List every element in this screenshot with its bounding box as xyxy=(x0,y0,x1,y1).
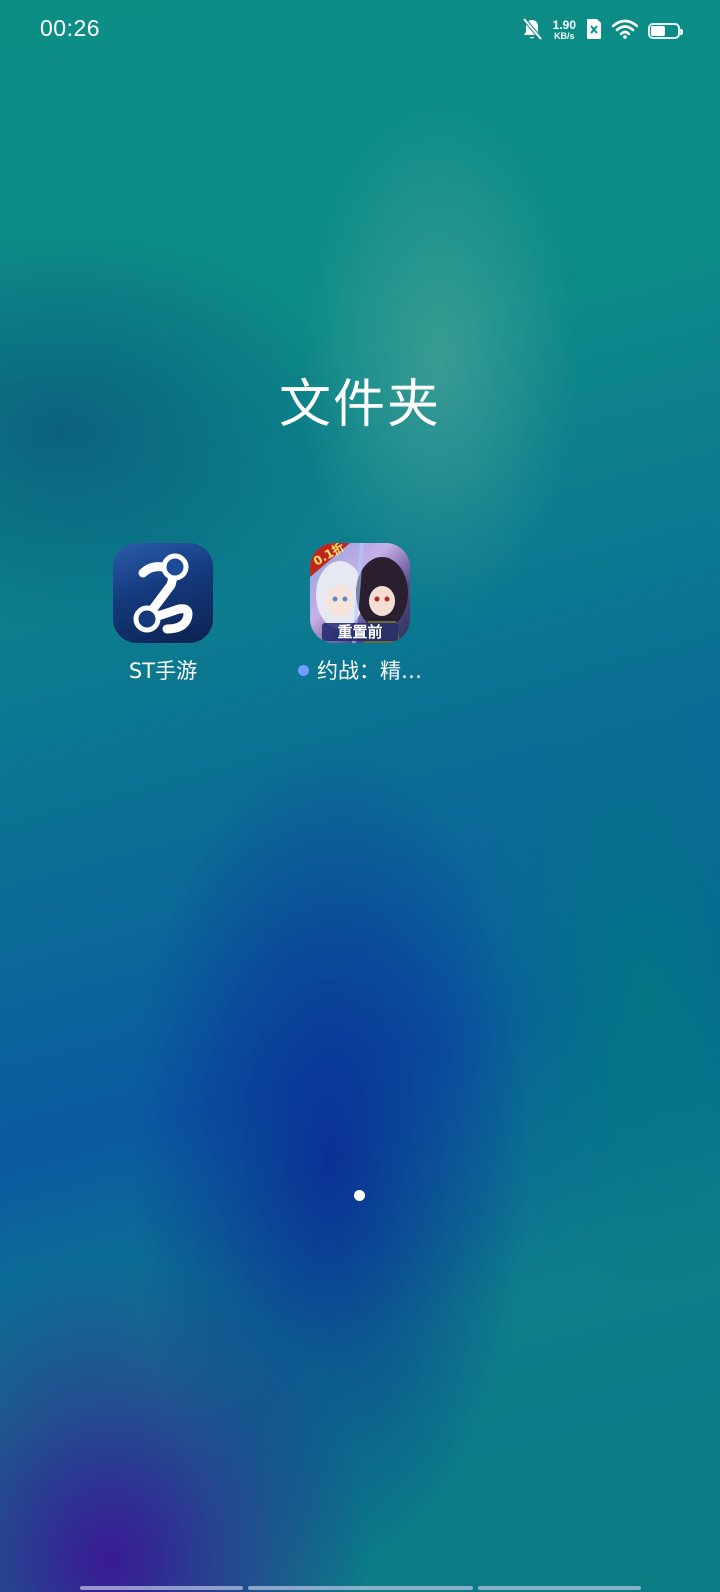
network-speed-unit: KB/s xyxy=(554,31,575,41)
status-bar: 00:26 1.90 KB/s xyxy=(0,0,720,60)
status-time: 00:26 xyxy=(40,15,101,41)
battery-fill xyxy=(651,26,665,36)
folder-title[interactable]: 文件夹 xyxy=(0,362,720,437)
app-label: 约战：精… xyxy=(290,655,430,685)
st-shouyou-app-icon[interactable] xyxy=(113,543,213,643)
wifi-icon xyxy=(611,19,639,43)
network-speed-value: 1.90 xyxy=(552,18,576,32)
gesture-bar-center[interactable] xyxy=(248,1586,473,1590)
app-st-shouyou[interactable]: ST手游 xyxy=(93,543,233,685)
status-icons: 1.90 KB/s xyxy=(521,16,683,46)
app-label-text: ST手游 xyxy=(128,659,198,683)
gesture-bar-left xyxy=(80,1586,243,1590)
sim-disabled-icon xyxy=(586,18,602,44)
gesture-bar-right xyxy=(478,1586,641,1590)
battery-icon xyxy=(648,23,683,39)
page-indicator-dot[interactable] xyxy=(354,1190,365,1201)
yuezhan-game-app-icon[interactable]: 0.1折 重置前 xyxy=(310,543,410,643)
app-label: ST手游 xyxy=(93,655,233,685)
app-label-text: 约战：精… xyxy=(317,659,422,683)
app-yuezhan-game[interactable]: 0.1折 重置前 约战：精… xyxy=(290,543,430,685)
banner-text: 重置前 xyxy=(337,623,382,641)
network-speed: 1.90 KB/s xyxy=(552,18,576,42)
bell-off-icon xyxy=(521,17,543,45)
wallpaper xyxy=(0,0,720,1592)
new-install-dot xyxy=(298,664,309,676)
